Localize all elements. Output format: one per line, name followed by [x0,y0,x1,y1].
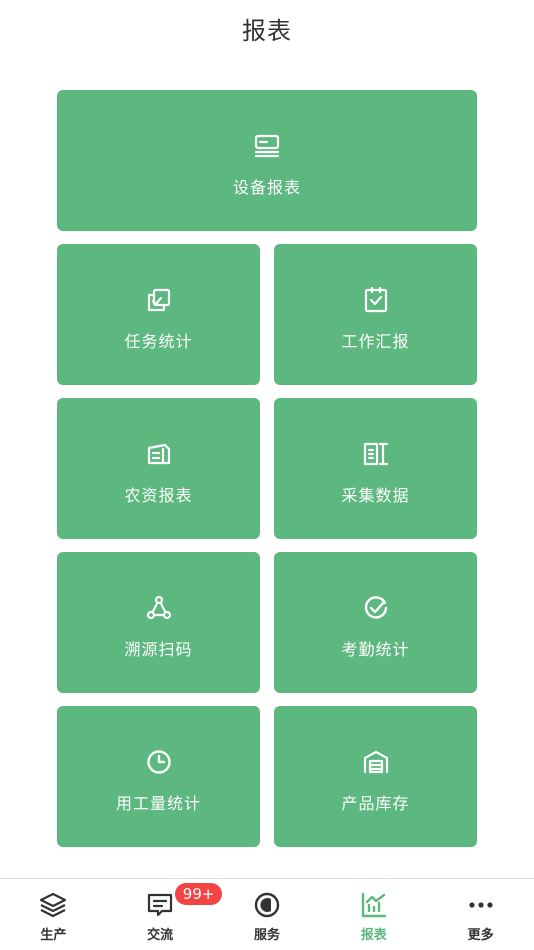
tab-label: 交流 [147,928,174,943]
task-copy-icon [145,286,173,314]
tab-label: 服务 [253,928,280,943]
tile-label: 设备报表 [232,178,301,197]
tile-task-stats[interactable]: 任务统计 [57,244,260,385]
tile-trace-scan[interactable]: 溯源扫码 [57,552,260,693]
clipboard-check-icon [362,286,390,314]
tile-attendance-stats[interactable]: 考勤统计 [274,552,477,693]
tile-work-report[interactable]: 工作汇报 [274,244,477,385]
message-icon [146,891,174,919]
tab-production[interactable]: 生产 [0,879,107,950]
tile-label: 农资报表 [124,486,193,505]
layers-icon [39,891,67,919]
device-icon [253,132,281,160]
tab-communication[interactable]: 99+ 交流 [107,879,223,950]
tile-label: 采集数据 [341,486,410,505]
page-title: 报表 [242,16,292,45]
page-header: 报表 [0,0,534,56]
tab-label: 报表 [360,928,387,943]
trace-nodes-icon [145,594,173,622]
warehouse-icon [362,748,390,776]
tile-label: 任务统计 [124,332,193,351]
tile-label: 考勤统计 [341,640,410,659]
tile-label: 工作汇报 [341,332,410,351]
tab-service[interactable]: 服务 [214,879,321,950]
tile-collect-data[interactable]: 采集数据 [274,398,477,539]
tile-label: 溯源扫码 [124,640,193,659]
tab-more[interactable]: 更多 [427,879,534,950]
document-stack-icon [145,440,173,468]
bottom-tab-bar: 生产 99+ 交流 服务 报表 更多 [0,878,534,950]
tile-label: 用工量统计 [115,794,201,813]
tile-label: 产品库存 [341,794,410,813]
tile-agri-materials[interactable]: 农资报表 [57,398,260,539]
data-collect-icon [362,440,390,468]
clock-icon [145,748,173,776]
tab-label: 更多 [467,928,494,943]
tab-reports[interactable]: 报表 [320,879,427,950]
tile-labor-stats[interactable]: 用工量统计 [57,706,260,847]
more-dots-icon [467,891,495,919]
tile-device-report[interactable]: 设备报表 [57,90,477,231]
chart-icon [360,891,388,919]
check-circle-icon [362,594,390,622]
service-icon [253,891,281,919]
tile-product-stock[interactable]: 产品库存 [274,706,477,847]
tab-label: 生产 [40,928,67,943]
